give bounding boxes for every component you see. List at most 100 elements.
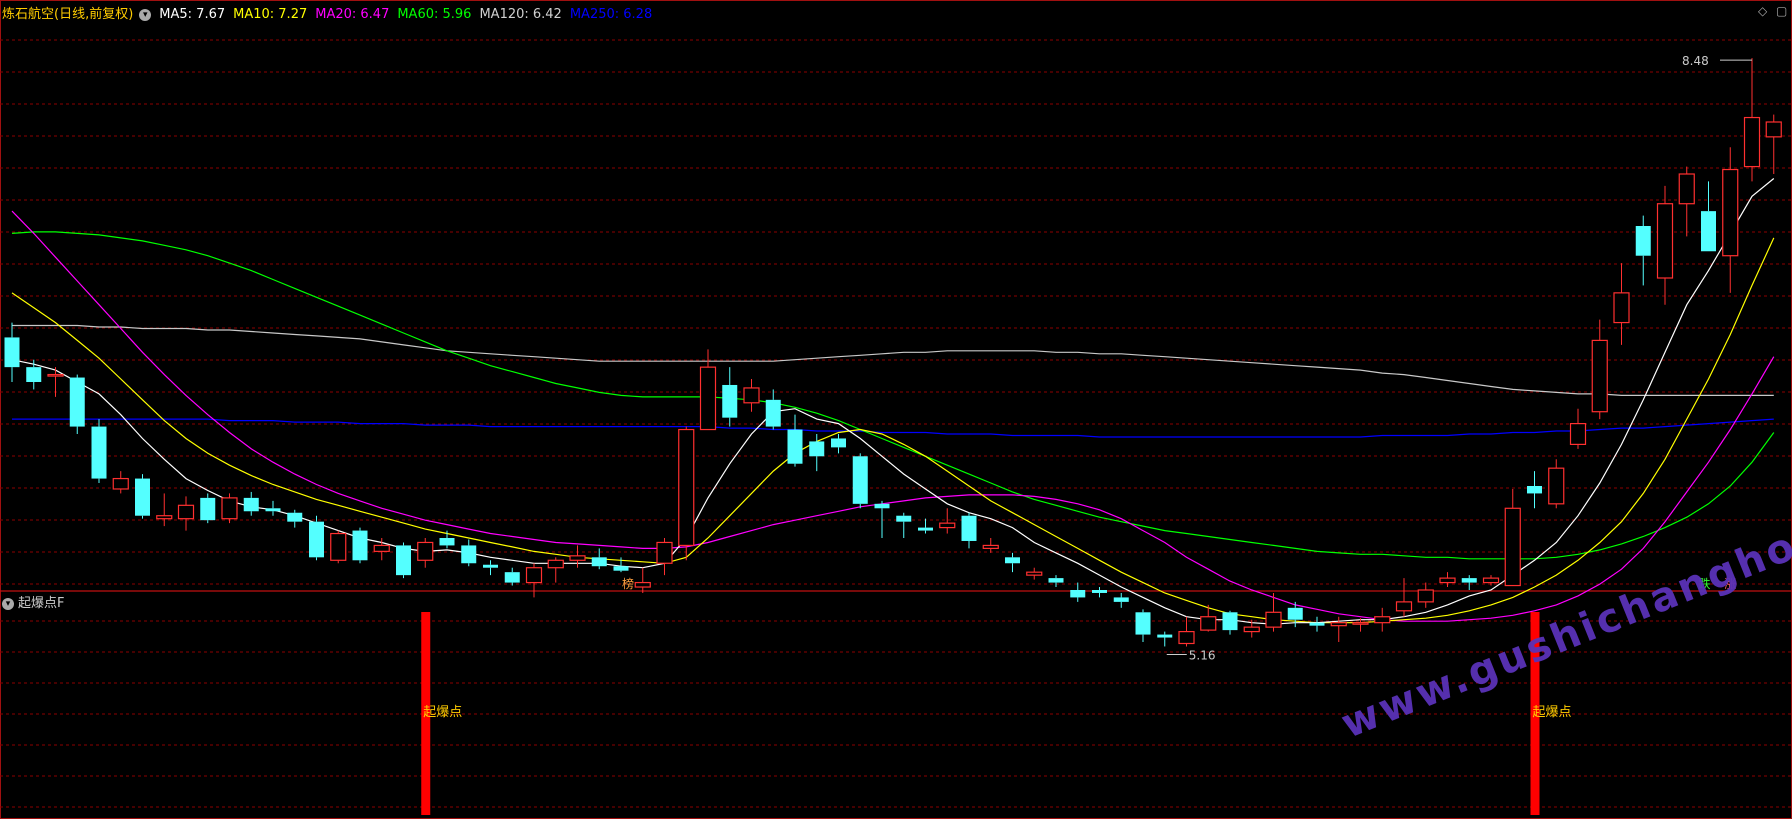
candle [1613,263,1630,345]
candle-body [1287,607,1303,620]
candle-body [1548,467,1565,505]
candle [396,542,411,579]
candle [1005,552,1020,573]
candle [26,359,42,390]
candle-body [330,532,347,561]
candle-body [1157,634,1173,638]
candle-body [1765,121,1782,138]
candle [1656,185,1674,305]
ma-legend-item: MA120: 6.42 [479,7,562,22]
candle-body [1527,486,1542,494]
candle-body [1569,423,1587,446]
candle-body [547,559,564,569]
candle [1309,616,1325,632]
candle-body [831,438,846,448]
candle [135,474,150,519]
candle-body [1352,622,1369,625]
candle [1569,408,1587,449]
candle [939,508,956,534]
maximize-icon[interactable]: ▢ [1776,4,1787,18]
candle-body [1374,616,1391,624]
candle [156,493,173,527]
candle [243,491,259,516]
candle-body [1070,590,1086,598]
candle-body [699,366,717,431]
candle-body [1243,626,1260,633]
high-label: 8.48 [1682,54,1709,68]
candle-body [156,515,173,520]
candle-body [1309,622,1325,626]
candle-body [1330,622,1347,627]
candle-body [765,399,781,427]
diamond-icon[interactable]: ◇ [1758,4,1767,18]
candle [1026,567,1043,580]
candle-body [896,515,912,522]
candle-body [4,337,20,368]
candle [330,530,347,564]
candle [461,539,477,567]
candle [1678,166,1695,237]
candle [743,379,760,412]
sub-panel-header: ▾ 起爆点F [2,592,64,611]
candle-body [1200,616,1217,631]
candle [69,374,85,434]
candle-body [722,384,738,418]
candle-body [1656,203,1674,279]
candle [722,367,738,427]
candle-body [1265,611,1282,628]
candle [1439,572,1456,588]
candle-body [613,566,629,571]
candle-body [112,477,129,490]
candle-body [483,564,498,568]
candle-body [1504,507,1521,587]
candle-body [1722,168,1739,257]
candle [1527,471,1542,509]
candle-body [91,426,107,479]
candle [982,538,999,553]
candle [896,512,912,538]
candle [1591,319,1608,420]
chart-header: 炼石航空(日线,前复权) ▾ MA5: 7.67 MA10: 7.27 MA20: 6.… [2,3,668,22]
candle [221,493,238,524]
candle-body [1635,226,1651,256]
candle-body [1222,612,1238,631]
candle [1157,631,1173,647]
candle-body [961,515,977,541]
candle-body [265,508,281,512]
sub-panel-title: 起爆点F [18,596,65,611]
ma-legend-item: MA60: 5.96 [397,7,472,22]
candle [1417,582,1434,608]
candle [678,426,695,561]
candle [352,527,368,564]
candle-body [787,429,803,464]
candle-body [504,572,520,583]
candle-body [1591,339,1608,413]
candle-body [591,557,607,567]
candle-body [809,441,825,457]
candle [439,530,455,549]
candle-body [309,521,324,558]
candle-body [1701,211,1716,252]
candle [287,509,303,528]
candle [265,500,281,516]
candle-body [221,497,238,520]
candle-body [135,478,150,516]
candle [852,453,868,509]
candle [1113,592,1129,608]
candle-body [352,530,368,561]
candle-body [439,538,455,546]
candle-body [26,367,42,382]
candle-body [1678,173,1695,205]
candle-body [743,387,760,404]
candle-body [1178,630,1195,645]
sub-panel-toggle-icon[interactable]: ▾ [2,597,14,610]
candle [483,560,498,576]
candle-body [656,541,673,564]
candle-body [1135,612,1151,635]
candle-body [47,373,64,377]
ma250-line [12,418,1774,438]
candle-body [1613,292,1630,324]
candle [177,496,195,531]
settings-toggle-icon[interactable]: ▾ [139,8,152,21]
stock-chart[interactable]: 8.485.16榜跌涨起爆点 起爆点 [0,0,1792,819]
